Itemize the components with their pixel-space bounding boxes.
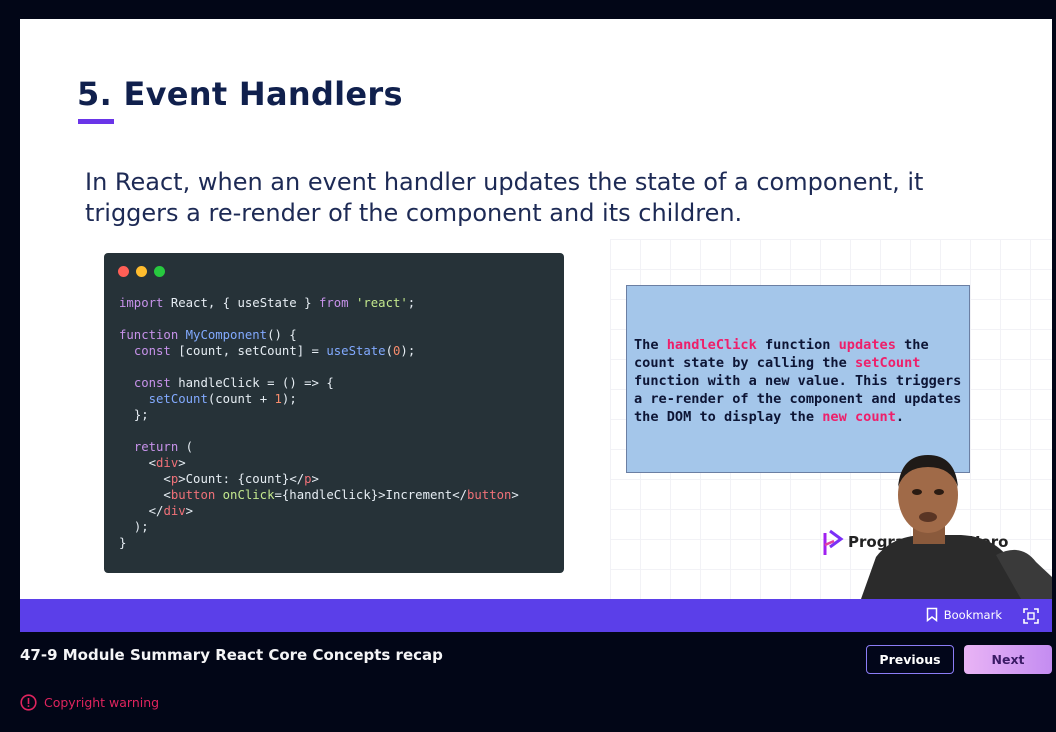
previous-button[interactable]: Previous xyxy=(866,645,954,674)
video-slide[interactable]: 5. Event Handlers In React, when an even… xyxy=(20,19,1052,599)
warning-circle-icon xyxy=(20,694,37,711)
close-dot-icon xyxy=(118,266,129,277)
code-line: import React, { useState } from 'react'; xyxy=(119,296,416,310)
code-block: import React, { useState } from 'react';… xyxy=(119,295,519,551)
slide-title: 5. Event Handlers xyxy=(77,75,403,113)
highlight-new-count: new count xyxy=(822,409,896,425)
bookmark-icon xyxy=(926,607,937,622)
instructor-video-icon xyxy=(861,455,1052,599)
intro-line-2: triggers a re-render of the component an… xyxy=(85,199,743,227)
fullscreen-icon xyxy=(1023,608,1039,624)
copyright-warning-link[interactable]: Copyright warning xyxy=(20,694,159,711)
highlight-setcount: setCount xyxy=(854,355,921,371)
window-controls xyxy=(118,266,165,277)
highlight-updates: updates xyxy=(838,337,896,353)
code-line: return ( xyxy=(133,440,194,454)
code-line: </div> xyxy=(148,504,194,518)
lesson-title: 47-9 Module Summary React Core Concepts … xyxy=(20,646,443,664)
code-line: setCount(count + 1); xyxy=(148,392,297,406)
code-line: } xyxy=(119,536,127,550)
code-line: <button onClick={handleClick}>Increment<… xyxy=(163,488,519,502)
bookmark-button[interactable]: Bookmark xyxy=(926,607,1002,622)
code-line: const handleClick = () => { xyxy=(133,376,334,390)
code-line: const [count, setCount] = useState(0); xyxy=(133,344,416,358)
code-line: }; xyxy=(133,408,149,422)
title-underline xyxy=(78,119,114,124)
next-button[interactable]: Next xyxy=(964,645,1052,674)
intro-line-1: In React, when an event handler updates … xyxy=(85,168,924,196)
bookmark-label: Bookmark xyxy=(943,607,1002,622)
code-line: function MyComponent() { xyxy=(119,328,297,342)
player-control-bar: Bookmark xyxy=(20,599,1052,632)
maximize-dot-icon xyxy=(154,266,165,277)
highlight-handleclick: handleClick xyxy=(666,337,757,353)
copyright-warning-label: Copyright warning xyxy=(44,695,160,710)
code-line: <p>Count: {count}</p> xyxy=(163,472,319,486)
code-window: import React, { useState } from 'react';… xyxy=(104,253,564,573)
fullscreen-button[interactable] xyxy=(1022,607,1040,625)
instructor-webcam xyxy=(821,437,1052,599)
code-line: ); xyxy=(133,520,149,534)
code-line: <div> xyxy=(148,456,186,470)
explanation-text: The handleClick function updates the cou… xyxy=(634,337,962,425)
slide-intro: In React, when an event handler updates … xyxy=(85,167,985,229)
minimize-dot-icon xyxy=(136,266,147,277)
